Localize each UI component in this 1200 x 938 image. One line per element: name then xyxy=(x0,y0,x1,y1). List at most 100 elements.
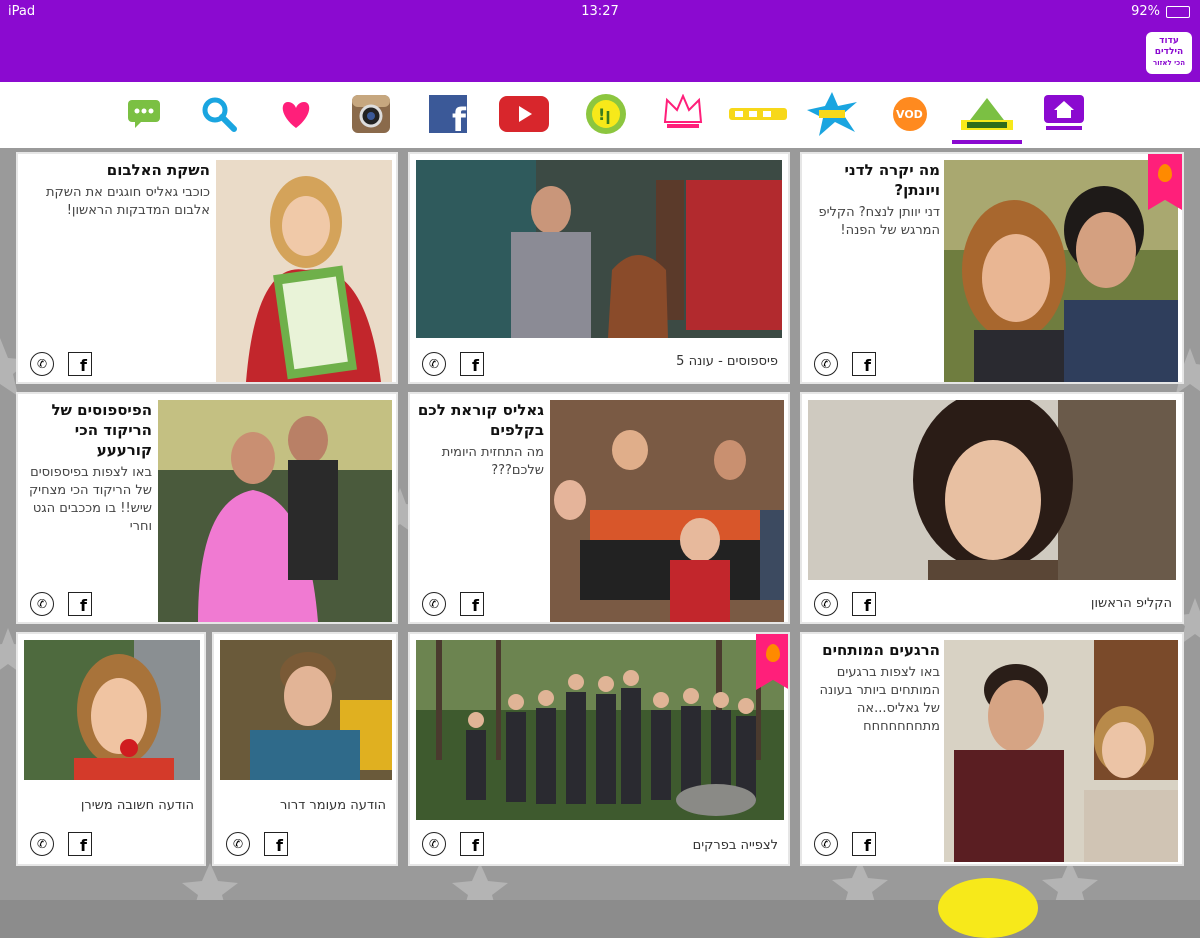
facebook-share-button[interactable]: f xyxy=(264,832,288,856)
facebook-share-button[interactable]: f xyxy=(460,352,484,376)
svg-text:f: f xyxy=(452,101,467,133)
card-description: דני יוותן לנצח? הקליפ המרגש של הפנה! xyxy=(818,205,940,238)
whatsapp-share-button[interactable]: ✆ xyxy=(30,592,54,616)
whatsapp-share-button[interactable]: ✆ xyxy=(814,592,838,616)
dani-yonatan-card[interactable]: מה יקרה לדני ויונתן? דני יוותן לנצח? הקל… xyxy=(800,152,1184,384)
facebook-button[interactable]: f xyxy=(428,92,468,136)
facebook-share-button[interactable]: f xyxy=(852,832,876,856)
galis-cards-thumbnail xyxy=(550,400,784,622)
vod-button[interactable]: VOD xyxy=(890,92,930,136)
dance-bloopers-image xyxy=(158,400,392,622)
crown-button[interactable] xyxy=(662,92,704,136)
tense-moments-card[interactable]: הרגעים המותחים באו לצפות ברגעים המותחים … xyxy=(800,632,1184,866)
bloopers-season5-card[interactable]: פיספוסים - עונה 5 ✆ f xyxy=(408,152,790,384)
logo-line-1: עדוד xyxy=(1159,36,1179,46)
card-caption: הודעה מעומר דרור xyxy=(279,798,386,813)
album-launch-image xyxy=(216,160,392,382)
share-buttons: ✆ f xyxy=(422,832,484,856)
album-launch-card[interactable]: השקת האלבום כוכבי גאליס חוגגים את השקת א… xyxy=(16,152,398,384)
bloopers-season5-thumbnail xyxy=(416,160,782,338)
card-description: באו לצפות בפיספוסים של הריקוד הכי מצחיק … xyxy=(28,465,152,534)
share-buttons: ✆ f xyxy=(814,832,876,856)
dani-yonatan-image xyxy=(944,160,1178,382)
whatsapp-icon: ✆ xyxy=(428,597,440,611)
omer-dror-message-thumbnail xyxy=(220,640,392,780)
whatsapp-share-button[interactable]: ✆ xyxy=(30,832,54,856)
shiran-message-card[interactable]: הודעה חשובה משירן ✆ f xyxy=(16,632,206,866)
instagram-button[interactable] xyxy=(350,92,392,136)
whatsapp-share-button[interactable]: ✆ xyxy=(422,352,446,376)
facebook-icon: f xyxy=(80,836,87,855)
first-clip-image xyxy=(808,400,1176,580)
splash-logo-button[interactable] xyxy=(806,92,858,136)
whatsapp-icon: ✆ xyxy=(232,837,244,851)
whatsapp-share-button[interactable]: ✆ xyxy=(814,352,838,376)
watch-episodes-card[interactable]: לצפייה בפרקים ✆ f xyxy=(408,632,790,866)
favorites-button[interactable] xyxy=(276,92,316,136)
dance-bloopers-thumbnail xyxy=(158,400,392,622)
galis-cards-card[interactable]: גאליס קוראת לכם בקלפים מה התחזית היומית … xyxy=(408,392,790,624)
yellow-bubble xyxy=(938,878,1038,938)
instagram-icon xyxy=(352,95,390,133)
facebook-share-button[interactable]: f xyxy=(68,352,92,376)
battery-percent: 92% xyxy=(1131,4,1160,19)
whatsapp-share-button[interactable]: ✆ xyxy=(422,832,446,856)
card-title: הרגעים המותחים xyxy=(822,641,940,659)
facebook-share-button[interactable]: f xyxy=(68,832,92,856)
card-description: כוכבי גאליס חוגגים את השקת אלבום המדבקות… xyxy=(45,185,210,218)
logo-line-3: הכי לאזור xyxy=(1152,59,1186,67)
search-button[interactable] xyxy=(198,92,240,136)
card-title: השקת האלבום xyxy=(106,161,210,179)
whatsapp-icon: ✆ xyxy=(820,597,832,611)
album-launch-thumbnail xyxy=(216,160,392,382)
app-logo[interactable]: עדוד הילדים הכי לאזור xyxy=(1146,32,1192,74)
facebook-icon: f xyxy=(864,596,871,615)
flame-icon xyxy=(766,644,780,662)
youtube-button[interactable] xyxy=(498,92,550,136)
clock: 13:27 xyxy=(581,4,619,19)
card-description: באו לצפות ברגעים המותחים ביותר בעונה של … xyxy=(819,665,940,734)
whatsapp-share-button[interactable]: ✆ xyxy=(226,832,250,856)
facebook-icon: f xyxy=(472,596,479,615)
facebook-share-button[interactable]: f xyxy=(460,592,484,616)
facebook-icon: f xyxy=(429,95,467,133)
share-buttons: ✆ f xyxy=(422,352,484,376)
facebook-share-button[interactable]: f xyxy=(852,592,876,616)
whatsapp-icon: ✆ xyxy=(36,597,48,611)
facebook-share-button[interactable]: f xyxy=(68,592,92,616)
card-title: הפיספוסים של הריקוד הכי קורעעע xyxy=(51,401,152,459)
chat-button[interactable] xyxy=(124,92,164,136)
dance-bloopers-card[interactable]: הפיספוסים של הריקוד הכי קורעעע באו לצפות… xyxy=(16,392,398,624)
share-buttons: ✆ f xyxy=(30,352,92,376)
home-button[interactable] xyxy=(1036,92,1092,136)
whatsapp-share-button[interactable]: ✆ xyxy=(30,352,54,376)
whatsapp-icon: ✆ xyxy=(36,357,48,371)
omer-dror-message-image xyxy=(220,640,392,780)
battery-status: 92% xyxy=(1131,4,1190,19)
omer-dror-message-card[interactable]: הודעה מעומר דרור ✆ f xyxy=(212,632,398,866)
facebook-icon: f xyxy=(864,836,871,855)
first-clip-card[interactable]: הקליפ הראשון ✆ f xyxy=(800,392,1184,624)
galis-logo-button[interactable] xyxy=(952,92,1022,144)
facebook-share-button[interactable]: f xyxy=(852,352,876,376)
svg-text:VOD: VOD xyxy=(896,108,923,121)
card-caption: פיספוסים - עונה 5 xyxy=(676,354,778,369)
yellow-logo-button[interactable] xyxy=(728,92,788,136)
card-title: גאליס קוראת לכם בקלפים xyxy=(417,401,544,439)
share-buttons: ✆ f xyxy=(30,592,92,616)
status-bar: iPad 13:27 92% עדוד הילדים הכי לאזור xyxy=(0,0,1200,82)
dani-yonatan-thumbnail xyxy=(944,160,1178,382)
heart-icon xyxy=(282,102,310,128)
facebook-share-button[interactable]: f xyxy=(460,832,484,856)
whatsapp-share-button[interactable]: ✆ xyxy=(814,832,838,856)
share-buttons: ✆ f xyxy=(30,832,92,856)
splash-logo-icon xyxy=(807,92,857,136)
tense-moments-image xyxy=(944,640,1178,862)
channel-button[interactable]: !ן xyxy=(584,92,628,136)
channel-logo-icon: !ן xyxy=(586,94,626,134)
whatsapp-share-button[interactable]: ✆ xyxy=(422,592,446,616)
whatsapp-icon: ✆ xyxy=(428,837,440,851)
card-caption: הודעה חשובה משירן xyxy=(80,798,194,813)
whatsapp-icon: ✆ xyxy=(36,837,48,851)
card-title: מה יקרה לדני ויונתן? xyxy=(844,161,940,199)
